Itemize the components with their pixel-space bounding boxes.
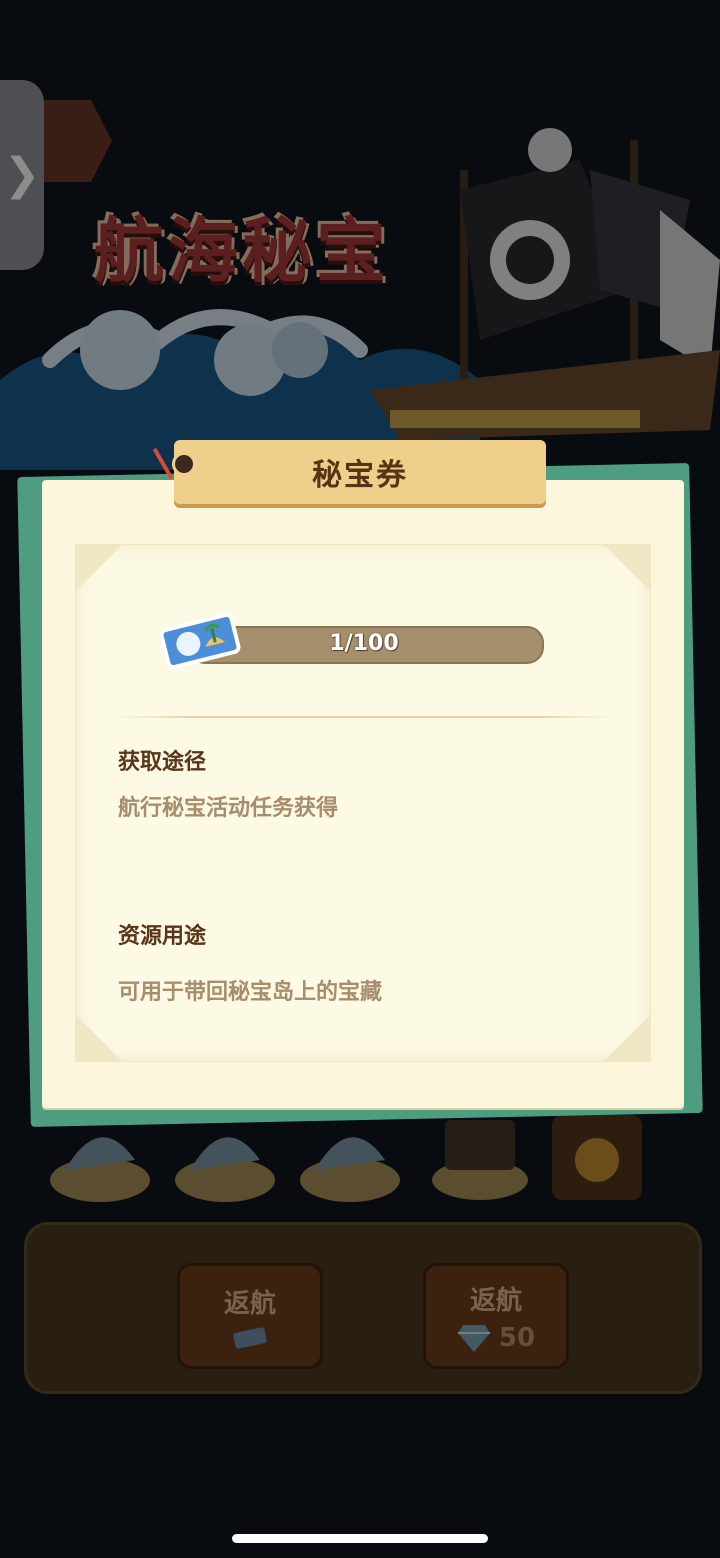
diamond-cost: 50 — [498, 1322, 536, 1353]
bottom-panel — [24, 1222, 702, 1394]
popup-title: 秘宝券 — [312, 458, 408, 493]
usage-heading: 资源用途 — [118, 924, 207, 949]
pirate-ship — [370, 128, 720, 440]
treasure-ticket-icon — [159, 612, 241, 670]
source-heading: 获取途径 — [118, 750, 207, 775]
usage-text: 可用于带回秘宝岛上的宝藏 — [118, 980, 383, 1005]
chevron-right-icon: ❯ — [3, 149, 41, 200]
home-indicator[interactable] — [232, 1534, 488, 1543]
source-text: 航行秘宝活动任务获得 — [118, 796, 339, 821]
side-drawer-tab[interactable]: ❯ — [0, 80, 44, 270]
return-button-label: 返航 — [469, 1285, 522, 1316]
return-button-label: 返航 — [223, 1288, 276, 1319]
ticket-icon — [233, 1326, 267, 1349]
diamond-icon — [457, 1324, 490, 1352]
pin-icon — [172, 452, 196, 476]
section-divider — [116, 716, 612, 718]
return-with-diamond-button[interactable]: 返航 50 — [423, 1263, 569, 1369]
return-with-ticket-button[interactable]: 返航 — [177, 1263, 323, 1369]
back-sign — [42, 100, 112, 182]
popup-title-banner: 秘宝券 — [174, 440, 546, 504]
